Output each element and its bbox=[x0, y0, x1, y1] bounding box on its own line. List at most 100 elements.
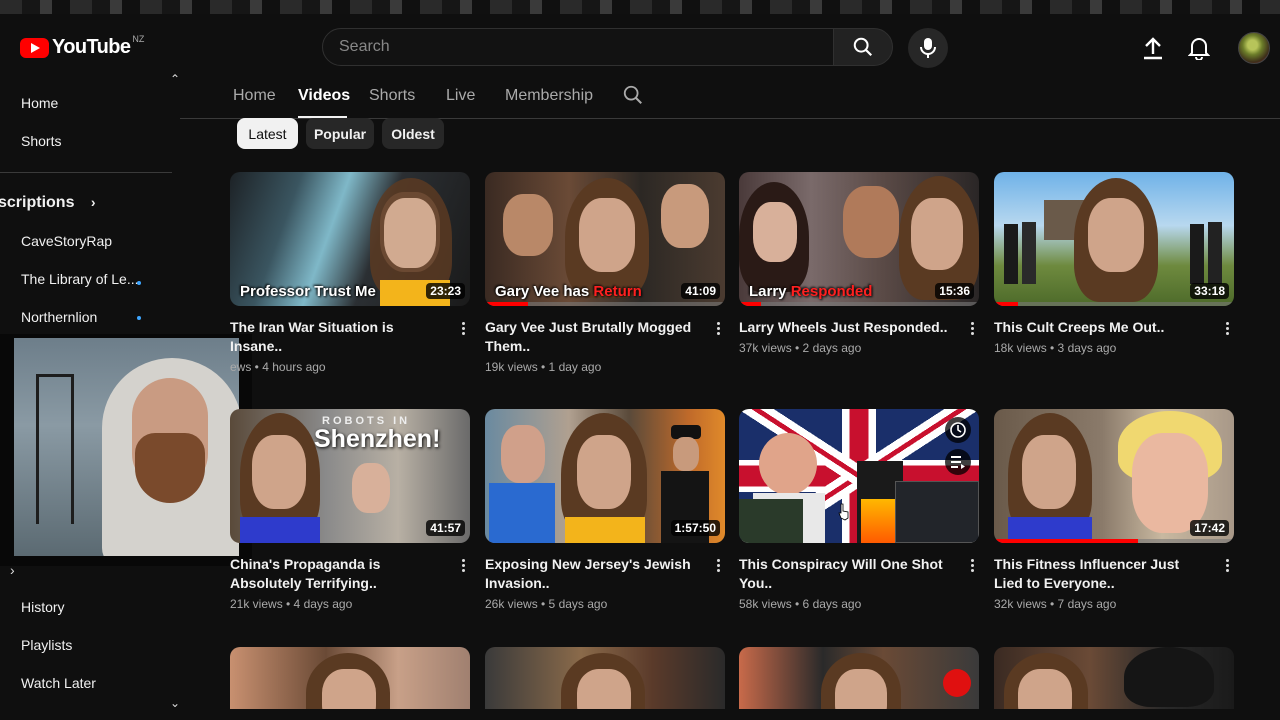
collapse-chevron-up-icon[interactable]: ⌃ bbox=[170, 72, 180, 86]
red-badge bbox=[943, 669, 971, 697]
video-card[interactable]: 33:18 This Cult Creeps Me Out.. 18k view… bbox=[994, 172, 1234, 355]
tab-shorts[interactable]: Shorts bbox=[369, 87, 415, 105]
video-thumbnail[interactable] bbox=[485, 647, 725, 709]
streamer-beard bbox=[135, 433, 205, 503]
thumbnail-face bbox=[579, 198, 635, 272]
video-thumbnail[interactable]: Professor Trust Me 23:23 bbox=[230, 172, 470, 306]
video-duration: 41:09 bbox=[681, 283, 720, 299]
more-actions-icon[interactable] bbox=[715, 320, 721, 340]
thumbnail-face bbox=[759, 433, 817, 495]
video-thumbnail[interactable]: Larry Responded 15:36 bbox=[739, 172, 979, 306]
search-icon bbox=[623, 85, 642, 104]
watch-later-button[interactable] bbox=[945, 417, 971, 443]
webcam-feed bbox=[14, 338, 239, 556]
more-actions-icon[interactable] bbox=[969, 557, 975, 577]
video-title[interactable]: Exposing New Jersey's Jewish Invasion.. bbox=[485, 555, 700, 593]
video-meta: 32k views • 7 days ago bbox=[994, 597, 1117, 611]
thumbnail-face bbox=[577, 435, 631, 509]
sidebar-item-history[interactable]: History bbox=[21, 599, 65, 615]
video-title[interactable]: China's Propaganda is Absolutely Terrify… bbox=[230, 555, 445, 593]
tab-membership[interactable]: Membership bbox=[505, 87, 593, 105]
watch-progress-bar bbox=[994, 539, 1138, 543]
upload-button[interactable] bbox=[1139, 34, 1167, 62]
youtube-logo[interactable]: YouTube NZ bbox=[20, 34, 144, 59]
blue-shirt bbox=[240, 517, 320, 543]
tab-videos[interactable]: Videos bbox=[298, 87, 350, 105]
video-card[interactable]: 1:57:50 Exposing New Jersey's Jewish Inv… bbox=[485, 409, 725, 611]
thumbnail-face bbox=[322, 669, 376, 709]
video-thumbnail[interactable]: ROBOTS IN Shenzhen! 41:57 bbox=[230, 409, 470, 543]
hand-cursor-icon bbox=[838, 503, 849, 521]
video-card[interactable]: This Conspiracy Will One Shot You.. 58k … bbox=[739, 409, 979, 611]
sidebar-item-cavestoryrap[interactable]: CaveStoryRap bbox=[21, 233, 146, 249]
more-actions-icon[interactable] bbox=[1224, 557, 1230, 577]
video-card[interactable]: Larry Responded 15:36 Larry Wheels Just … bbox=[739, 172, 979, 355]
chevron-right-icon: › bbox=[90, 194, 96, 210]
search-button[interactable] bbox=[833, 28, 893, 66]
more-actions-icon[interactable] bbox=[460, 557, 466, 577]
more-actions-icon[interactable] bbox=[460, 320, 466, 340]
video-card[interactable] bbox=[485, 647, 725, 709]
video-card[interactable] bbox=[739, 647, 979, 709]
video-card[interactable]: Gary Vee has Return 41:09 Gary Vee Just … bbox=[485, 172, 725, 374]
add-to-queue-button[interactable] bbox=[945, 449, 971, 475]
more-actions-icon[interactable] bbox=[715, 557, 721, 577]
new-content-dot bbox=[137, 316, 141, 320]
chip-oldest[interactable]: Oldest bbox=[382, 118, 444, 149]
sidebar-item-playlists[interactable]: Playlists bbox=[21, 637, 72, 653]
thumbnail-face bbox=[673, 437, 699, 471]
more-actions-icon[interactable] bbox=[969, 320, 975, 340]
video-thumbnail[interactable]: Gary Vee has Return 41:09 bbox=[485, 172, 725, 306]
more-actions-icon[interactable] bbox=[1224, 320, 1230, 340]
queue-icon bbox=[951, 456, 965, 469]
thumbnail-text: Gary Vee has Return bbox=[495, 283, 642, 300]
video-thumbnail[interactable]: 33:18 bbox=[994, 172, 1234, 306]
notifications-button[interactable] bbox=[1185, 34, 1213, 62]
figure bbox=[1208, 222, 1222, 284]
video-title[interactable]: Larry Wheels Just Responded.. bbox=[739, 318, 954, 337]
scroll-chevron-down-icon[interactable]: ⌄ bbox=[170, 696, 180, 710]
search-input[interactable] bbox=[323, 29, 833, 65]
avatar[interactable] bbox=[1238, 32, 1270, 64]
thumbnail-face bbox=[753, 202, 797, 262]
video-meta: ews • 4 hours ago bbox=[230, 360, 326, 374]
bell-icon bbox=[1188, 38, 1210, 60]
video-meta: 26k views • 5 days ago bbox=[485, 597, 608, 611]
video-thumbnail[interactable] bbox=[739, 647, 979, 709]
watch-progress-track bbox=[994, 302, 1234, 306]
chip-popular[interactable]: Popular bbox=[306, 118, 374, 149]
video-title[interactable]: Gary Vee Just Brutally Mogged Them.. bbox=[485, 318, 700, 356]
chip-latest[interactable]: Latest bbox=[237, 118, 298, 149]
voice-search-button[interactable] bbox=[908, 28, 948, 68]
masthead: YouTube NZ bbox=[0, 14, 1280, 78]
video-thumbnail[interactable] bbox=[994, 647, 1234, 709]
video-thumbnail[interactable] bbox=[739, 409, 979, 543]
sidebar-divider bbox=[0, 172, 172, 173]
thumbnail-face bbox=[661, 184, 709, 248]
tab-live[interactable]: Live bbox=[446, 87, 475, 105]
video-card[interactable]: ROBOTS IN Shenzhen! 41:57 China's Propag… bbox=[230, 409, 470, 611]
video-card[interactable]: Professor Trust Me 23:23 The Iran War Si… bbox=[230, 172, 470, 374]
tab-home[interactable]: Home bbox=[233, 87, 276, 105]
video-thumbnail[interactable] bbox=[230, 647, 470, 709]
video-thumbnail[interactable]: 1:57:50 bbox=[485, 409, 725, 543]
video-title[interactable]: This Fitness Influencer Just Lied to Eve… bbox=[994, 555, 1209, 593]
video-title[interactable]: This Cult Creeps Me Out.. bbox=[994, 318, 1209, 337]
channel-search-button[interactable] bbox=[622, 84, 644, 111]
video-card[interactable] bbox=[994, 647, 1234, 709]
thumbnail-face bbox=[352, 463, 390, 513]
sidebar-item-northernlion[interactable]: Northernlion bbox=[21, 309, 146, 325]
video-card[interactable]: 17:42 This Fitness Influencer Just Lied … bbox=[994, 409, 1234, 611]
video-title[interactable]: The Iran War Situation is Insane.. bbox=[230, 318, 445, 356]
sidebar-item-home[interactable]: Home bbox=[21, 95, 58, 111]
subscriptions-label: scriptions bbox=[0, 194, 75, 211]
thumbnail-face bbox=[1088, 198, 1144, 272]
sidebar-item-library[interactable]: The Library of Le... bbox=[21, 271, 146, 287]
video-card[interactable] bbox=[230, 647, 470, 709]
thumbnail-face bbox=[503, 194, 553, 256]
sidebar-item-watch-later[interactable]: Watch Later bbox=[21, 675, 96, 691]
sidebar-item-shorts[interactable]: Shorts bbox=[21, 133, 61, 149]
sidebar-subscriptions-heading[interactable]: scriptions › bbox=[0, 194, 96, 212]
video-thumbnail[interactable]: 17:42 bbox=[994, 409, 1234, 543]
video-title[interactable]: This Conspiracy Will One Shot You.. bbox=[739, 555, 954, 593]
